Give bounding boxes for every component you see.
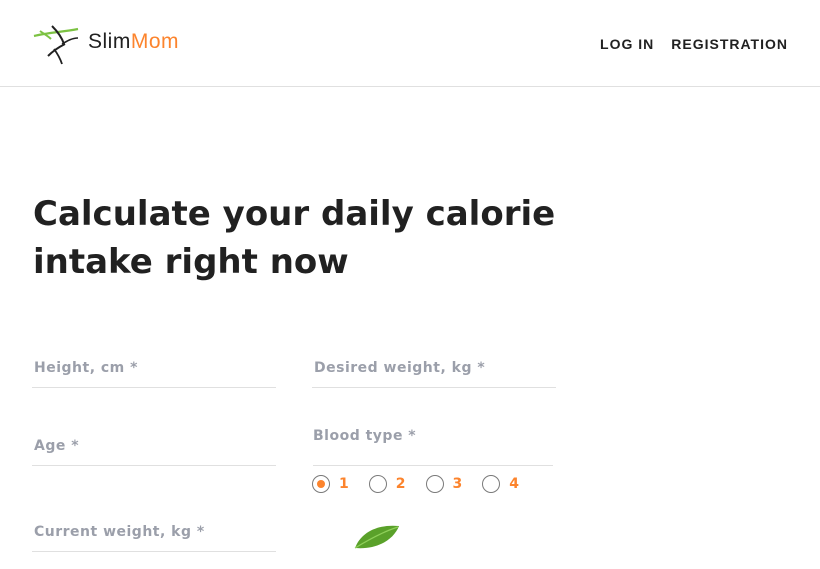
page-title-line-1: Calculate your daily calorie (33, 194, 556, 234)
age-field[interactable]: Age * (32, 420, 280, 467)
height-field[interactable]: Height, cm * (32, 342, 280, 389)
blood-type-radio-1[interactable]: 1 (312, 475, 349, 493)
radio-button-checked[interactable] (312, 475, 330, 493)
desired-weight-input[interactable] (312, 342, 560, 389)
page-title: Calculate your daily calorie intake righ… (33, 190, 593, 286)
radio-button[interactable] (425, 475, 444, 493)
top-nav: LOG IN REGISTRATION (600, 36, 788, 52)
blood-type-option-label: 1 (339, 476, 349, 492)
radio-button[interactable] (482, 475, 501, 493)
header: SlimMom LOG IN REGISTRATION (0, 0, 820, 87)
blood-type-label: Blood type * (313, 428, 417, 444)
leaf-icon (354, 525, 399, 549)
logo-text: SlimMom (88, 30, 179, 54)
blood-type-divider (313, 465, 553, 466)
current-weight-input[interactable] (32, 506, 280, 553)
page-title-line-2: intake right now (33, 242, 349, 282)
desired-weight-field[interactable]: Desired weight, kg * (312, 342, 560, 389)
current-weight-field[interactable]: Current weight, kg * (32, 506, 280, 553)
logo[interactable]: SlimMom (32, 22, 179, 66)
logo-text-slim: Slim (88, 30, 131, 53)
logo-text-mom: Mom (130, 30, 180, 53)
login-link[interactable]: LOG IN (600, 36, 654, 52)
blood-type-radio-4[interactable]: 4 (482, 475, 519, 493)
blood-type-radio-3[interactable]: 3 (425, 475, 463, 493)
radio-button[interactable] (368, 475, 387, 493)
height-input[interactable] (32, 342, 280, 389)
blood-type-radio-2[interactable]: 2 (368, 475, 406, 493)
blood-type-option-label: 2 (395, 476, 406, 492)
age-input[interactable] (32, 420, 280, 467)
blood-type-option-label: 3 (452, 476, 463, 492)
radio-dot (317, 480, 325, 488)
slimmom-logo-icon (33, 25, 79, 65)
blood-type-option-label: 4 (509, 476, 519, 492)
blood-type-radio-group: 1 2 3 4 (312, 475, 519, 493)
registration-link[interactable]: REGISTRATION (671, 36, 788, 52)
